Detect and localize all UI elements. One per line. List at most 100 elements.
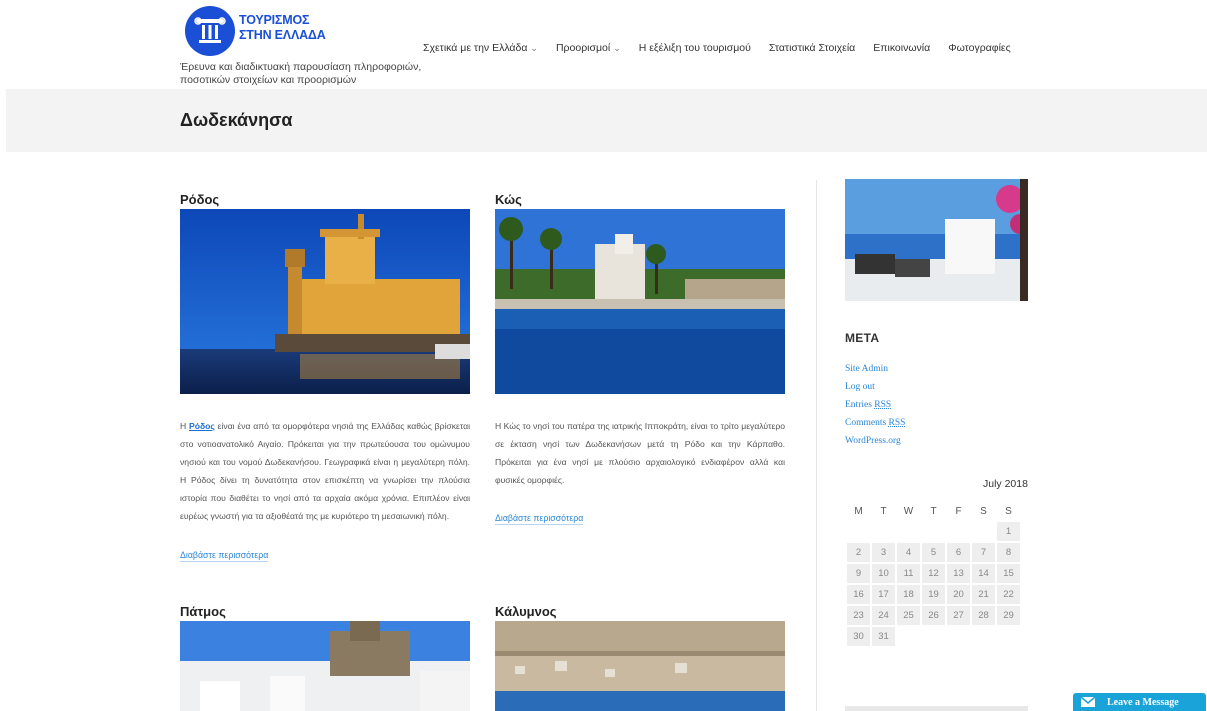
main-nav: Σχετικά με την Ελλάδα ⌄ Προορισμοί ⌄ Η εξέ… <box>423 42 1029 54</box>
calendar-day: 9 <box>847 564 870 583</box>
logo-line-1: ΤΟΥΡΙΣΜΟΣ <box>239 13 310 27</box>
nav-item-contact[interactable]: Επικοινωνία <box>873 42 930 54</box>
post-image-kos[interactable] <box>495 209 785 394</box>
site-logo[interactable] <box>185 6 235 56</box>
calendar-day: 12 <box>922 564 945 583</box>
weekday-thu: T <box>930 505 937 517</box>
calendar-day: 16 <box>847 585 870 604</box>
meta-link-entries-rss[interactable]: Entries RSS <box>845 396 905 414</box>
calendar-caption: July 2018 <box>983 478 1028 490</box>
post-image-patmos[interactable] <box>180 621 470 711</box>
meta-link-label: Site Admin <box>845 364 889 374</box>
envelope-icon <box>1080 696 1096 707</box>
leave-message-button[interactable]: Leave a Message <box>1073 693 1206 711</box>
read-more-link-kos[interactable]: Διαβάστε περισσότερα <box>495 513 584 525</box>
calendar-day: 3 <box>872 543 895 562</box>
post-title-kos[interactable]: Κώς <box>495 192 522 207</box>
calendar-day: 22 <box>997 585 1020 604</box>
meta-link-site-admin[interactable]: Site Admin <box>845 360 905 378</box>
calendar-day: 25 <box>897 606 920 625</box>
calendar-day: 11 <box>897 564 920 583</box>
meta-link-label: Log out <box>845 382 875 392</box>
rhodes-link[interactable]: Ρόδος <box>189 421 215 431</box>
sidebar-divider <box>816 180 817 711</box>
calendar-weekdays: M T W T F S S <box>847 502 1020 520</box>
calendar-empty-cell <box>897 627 920 646</box>
nav-label: Προορισμοί <box>555 42 611 54</box>
calendar-day: 8 <box>997 543 1020 562</box>
post-excerpt-rhodes: Η Ρόδος είναι ένα από τα ομορφότερα νησι… <box>180 417 470 525</box>
calendar-day: 2 <box>847 543 870 562</box>
calendar-empty-cell <box>872 522 895 541</box>
calendar-day: 4 <box>897 543 920 562</box>
weekday-sun: S <box>1005 505 1012 517</box>
calendar-day: 7 <box>972 543 995 562</box>
calendar-day: 23 <box>847 606 870 625</box>
nav-label: Σχετικά με την Ελλάδα <box>423 42 528 54</box>
meta-link-comments-rss[interactable]: Comments RSS <box>845 414 905 432</box>
meta-link-wordpress-org[interactable]: WordPress.org <box>845 432 905 450</box>
calendar-day: 5 <box>922 543 945 562</box>
meta-link-label: Entries <box>845 400 875 410</box>
calendar-empty-cell <box>897 522 920 541</box>
calendar-day: 29 <box>997 606 1020 625</box>
calendar-day: 19 <box>922 585 945 604</box>
site-logo-text[interactable]: ΤΟΥΡΙΣΜΟΣ ΣΤΗΝ ΕΛΛΑΔΑ <box>239 13 326 43</box>
meta-link-log-out[interactable]: Log out <box>845 378 905 396</box>
rss-abbr: RSS <box>874 400 892 410</box>
weekday-mon: M <box>854 505 863 517</box>
calendar-week: 9 10 11 12 13 14 15 <box>847 564 1020 583</box>
sidebar-image[interactable] <box>845 179 1028 301</box>
nav-item-destinations[interactable]: Προορισμοί ⌄ <box>556 42 621 54</box>
excerpt-body: είναι ένα από τα ομορφότερα νησιά της Ελ… <box>180 421 471 521</box>
calendar-day: 26 <box>922 606 945 625</box>
post-image-kalymnos[interactable] <box>495 621 785 711</box>
site-tagline: Έρευνα και διαδικτυακή παρουσίαση πληροφ… <box>180 61 422 86</box>
weekday-fri: F <box>955 505 962 517</box>
meta-links: Site Admin Log out Entries RSS Comments … <box>845 360 905 450</box>
calendar-empty-cell <box>972 522 995 541</box>
nav-label: Στατιστικά Στοιχεία <box>768 42 856 54</box>
calendar-day: 15 <box>997 564 1020 583</box>
post-image-rhodes[interactable] <box>180 209 470 394</box>
calendar-empty-cell <box>922 627 945 646</box>
calendar-week: 2345678 <box>847 543 1020 562</box>
calendar-empty-cell <box>972 627 995 646</box>
calendar-day: 27 <box>947 606 970 625</box>
chevron-down-icon: ⌄ <box>613 43 621 53</box>
calendar-body: 1 2 3 4 5 6 7 8 9 10 11 12 13 14 15 16 17 18 19 20 21 22 23 24 2… <box>847 522 1020 646</box>
calendar-table: M T W T F S S 1 2 3 4 5 6 7 8 9 10 11 12 13 14 15 16 17 1… <box>845 500 1022 648</box>
leave-message-label: Leave a Message <box>1107 696 1179 708</box>
nav-item-statistics[interactable]: Στατιστικά Στοιχεία <box>769 42 855 54</box>
calendar-day: 18 <box>897 585 920 604</box>
calendar-day: 10 <box>872 564 895 583</box>
weekday-tue: T <box>880 505 887 517</box>
read-more-link-rhodes[interactable]: Διαβάστε περισσότερα <box>180 550 269 562</box>
calendar-empty-cell <box>922 522 945 541</box>
calendar-empty-cell <box>947 522 970 541</box>
calendar-empty-cell <box>847 522 870 541</box>
nav-item-photos[interactable]: Φωτογραφίες <box>948 42 1010 54</box>
post-title-kalymnos[interactable]: Κάλυμνος <box>495 604 557 619</box>
calendar-day: 14 <box>972 564 995 583</box>
calendar-day: 6 <box>947 543 970 562</box>
post-title-rhodes[interactable]: Ρόδος <box>180 192 219 207</box>
nav-item-about-greece[interactable]: Σχετικά με την Ελλάδα ⌄ <box>423 42 538 54</box>
calendar-day: 31 <box>872 627 895 646</box>
meta-link-label: Comments <box>845 418 889 428</box>
meta-widget-title: META <box>845 331 880 345</box>
calendar-week: 1 <box>847 522 1020 541</box>
nav-item-tourism-evolution[interactable]: Η εξέλιξη του τουρισμού <box>639 42 751 54</box>
calendar-week: 30 31 <box>847 627 1020 646</box>
calendar-week: 23 24 25 26 27 28 29 <box>847 606 1020 625</box>
temple-icon <box>194 17 226 43</box>
rss-abbr: RSS <box>888 418 906 428</box>
sidebar-next-widget <box>845 706 1028 711</box>
post-title-patmos[interactable]: Πάτμος <box>180 604 226 619</box>
post-excerpt-kos: Η Κώς το νησί του πατέρα της ιατρικής Ιπ… <box>495 421 785 485</box>
calendar-day: 24 <box>872 606 895 625</box>
weekday-sat: S <box>980 505 987 517</box>
meta-link-label: WordPress.org <box>845 436 901 446</box>
calendar-day: 21 <box>972 585 995 604</box>
weekday-wed: W <box>903 505 914 517</box>
